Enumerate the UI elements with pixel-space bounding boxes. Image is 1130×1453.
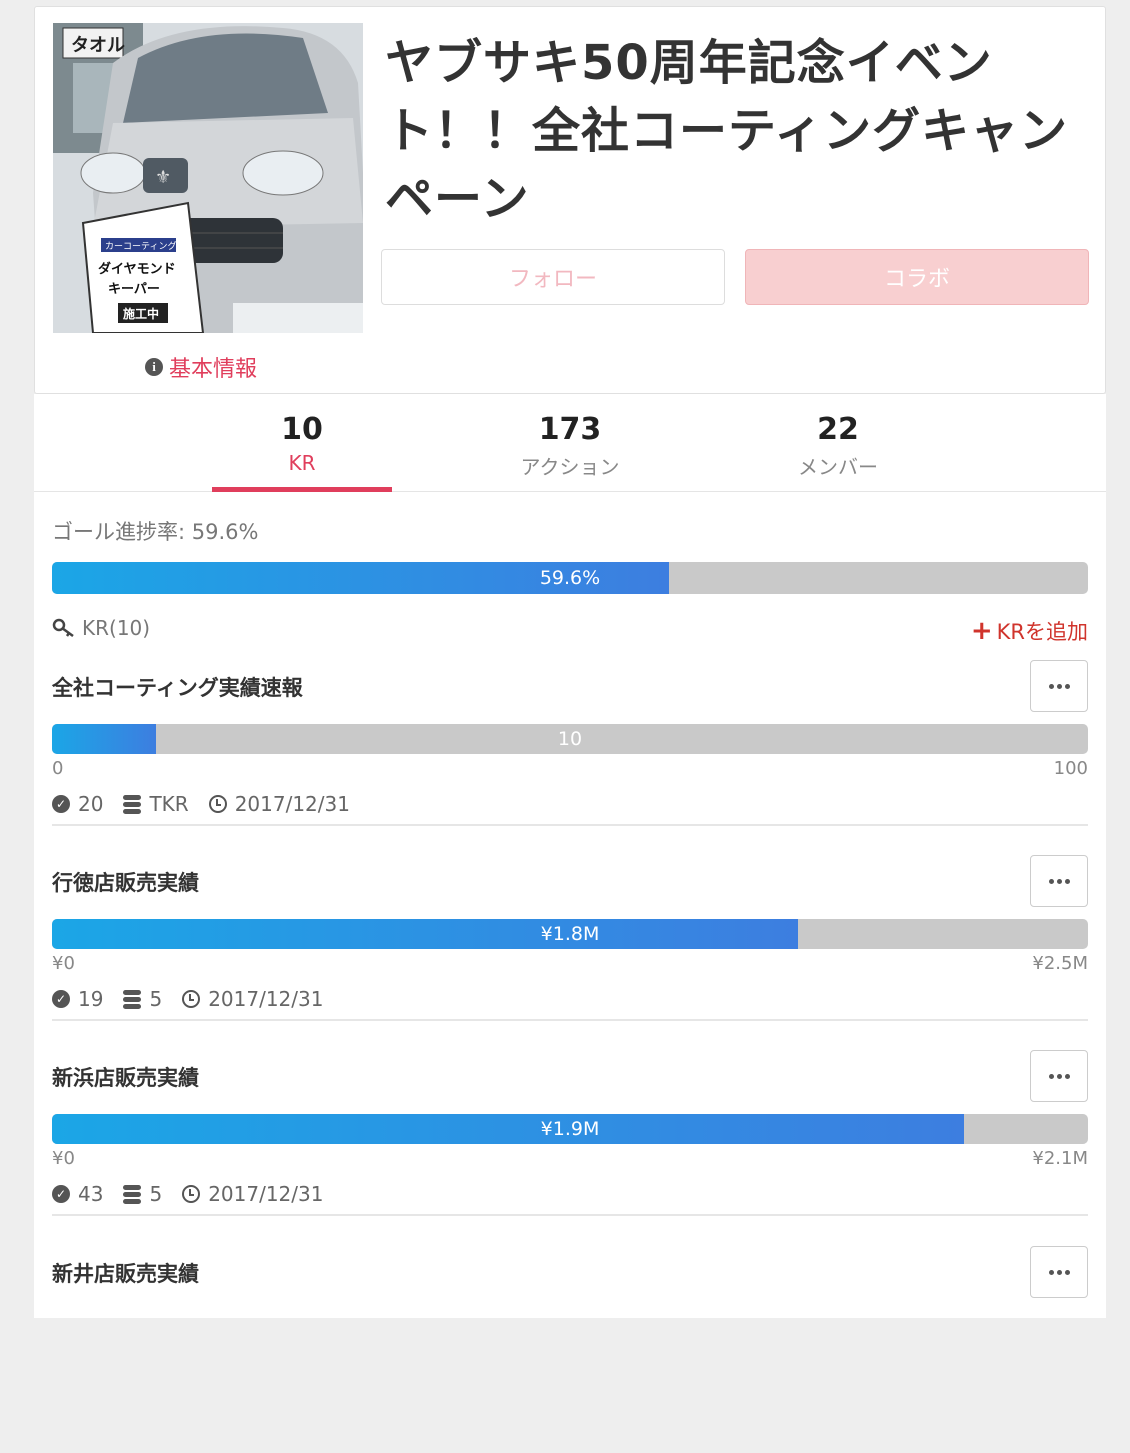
follow-button[interactable]: フォロー [381, 249, 725, 305]
svg-text:ダイヤモンド: ダイヤモンド [98, 261, 176, 277]
tab-label: メンバー [798, 455, 878, 479]
kr-progress-text: ¥1.9M [540, 1118, 600, 1140]
clock-icon [182, 1185, 201, 1203]
project-thumbnail: タオル ⚜ カーコーティング ダイヤモンド キーパー 施工中 [53, 23, 363, 333]
goal-progress-label: ゴール進捗率: 59.6% [52, 520, 259, 544]
tab-label: KR [288, 451, 316, 475]
basic-info-link[interactable]: i 基本情報 [145, 351, 257, 383]
database-icon [123, 794, 142, 814]
more-options-button[interactable] [1030, 1246, 1088, 1298]
key-icon [52, 618, 74, 638]
svg-text:⚜: ⚜ [155, 167, 171, 188]
kr-name[interactable]: 全社コーティング実績速報 [52, 672, 303, 702]
kr-progress-bar: ¥1.8M [52, 919, 1088, 949]
check-circle-icon: ✓ [52, 795, 70, 813]
svg-text:カーコーティング: カーコーティング [105, 240, 176, 252]
kr-progress-bar: ¥1.9M [52, 1114, 1088, 1144]
basic-info-label: 基本情報 [169, 357, 258, 382]
kr-due-date: 2017/12/31 [208, 987, 324, 1011]
check-circle-icon: ✓ [52, 1185, 70, 1203]
tab-actions[interactable]: 173 アクション [480, 394, 660, 492]
goal-progress-bar: 59.6% [52, 562, 1088, 594]
tab-members[interactable]: 22 メンバー [748, 394, 928, 492]
tab-count: 10 [281, 412, 323, 447]
kr-done-count: 43 [78, 1182, 104, 1206]
info-icon: i [145, 358, 163, 376]
kr-due-date: 2017/12/31 [208, 1182, 324, 1206]
svg-text:キーパー: キーパー [108, 282, 160, 297]
database-icon [123, 989, 142, 1009]
svg-text:施工中: 施工中 [123, 306, 159, 321]
goal-progress-text: 59.6% [539, 567, 601, 589]
collab-button[interactable]: コラボ [745, 249, 1089, 305]
kr-owner: 5 [149, 1182, 163, 1206]
divider [52, 824, 1088, 826]
kr-count-label: KR(10) [82, 616, 151, 640]
plus-icon: + [970, 616, 993, 646]
add-kr-label: KRを追加 [996, 620, 1088, 644]
ellipsis-icon [1048, 1073, 1054, 1079]
kr-item: 行徳店販売実績 ¥1.8M ¥0 ¥2.5M ✓ 19 5 2017/12/31 [34, 855, 1106, 1062]
kr-min-value: ¥0 [52, 1148, 75, 1169]
car-photo-image: タオル ⚜ カーコーティング ダイヤモンド キーパー 施工中 [53, 23, 363, 333]
kr-item: 新浜店販売実績 ¥1.9M ¥0 ¥2.1M ✓ 43 5 2017/12/31 [34, 1050, 1106, 1257]
database-icon [123, 1184, 142, 1204]
kr-done-count: 19 [78, 987, 104, 1011]
kr-owner: TKR [149, 792, 189, 816]
kr-item: 新井店販売実績 [34, 1246, 1106, 1453]
kr-done-count: 20 [78, 792, 104, 816]
kr-max-value: ¥2.5M [1032, 953, 1088, 974]
more-options-button[interactable] [1030, 1050, 1088, 1102]
kr-item: 全社コーティング実績速報 10 0 100 ✓ 20 TKR 2017/12/31 [34, 660, 1106, 867]
kr-name[interactable]: 新浜店販売実績 [52, 1062, 199, 1092]
project-title: ヤブサキ50周年記念イベント！！全社コーティングキャンペーン [385, 35, 1069, 227]
check-circle-icon: ✓ [52, 990, 70, 1008]
divider [52, 1214, 1088, 1216]
kr-meta: ✓ 20 TKR 2017/12/31 [52, 792, 370, 816]
ellipsis-icon [1048, 878, 1054, 884]
tab-count: 173 [538, 412, 602, 447]
svg-text:タオル: タオル [71, 35, 125, 56]
kr-max-value: 100 [1053, 758, 1088, 779]
tab-kr[interactable]: 10 KR [212, 394, 392, 492]
add-kr-button[interactable]: + KRを追加 [971, 616, 1088, 646]
tab-count: 22 [817, 412, 859, 447]
kr-max-value: ¥2.1M [1032, 1148, 1088, 1169]
ellipsis-icon [1048, 1269, 1054, 1275]
kr-progress-text: 10 [557, 728, 583, 750]
clock-icon [208, 795, 227, 813]
kr-min-value: 0 [52, 758, 64, 779]
kr-progress-text: ¥1.8M [540, 923, 600, 945]
ellipsis-icon [1048, 683, 1054, 689]
project-header-card: タオル ⚜ カーコーティング ダイヤモンド キーパー 施工中 i 基本情報 ヤブ… [34, 6, 1106, 394]
clock-icon [182, 990, 201, 1008]
kr-owner: 5 [149, 987, 163, 1011]
divider [52, 1019, 1088, 1021]
kr-name[interactable]: 新井店販売実績 [52, 1258, 199, 1288]
more-options-button[interactable] [1030, 660, 1088, 712]
more-options-button[interactable] [1030, 855, 1088, 907]
kr-min-value: ¥0 [52, 953, 75, 974]
kr-panel: ゴール進捗率: 59.6% 59.6% KR(10) + KRを追加 全社コーテ… [34, 492, 1106, 1318]
kr-meta: ✓ 19 5 2017/12/31 [52, 987, 343, 1011]
kr-due-date: 2017/12/31 [234, 792, 350, 816]
kr-count: KR(10) [52, 616, 150, 640]
kr-meta: ✓ 43 5 2017/12/31 [52, 1182, 343, 1206]
kr-name[interactable]: 行徳店販売実績 [52, 867, 199, 897]
tab-label: アクション [520, 455, 620, 479]
kr-progress-bar: 10 [52, 724, 1088, 754]
stats-tabs: 10 KR 173 アクション 22 メンバー [34, 394, 1106, 492]
